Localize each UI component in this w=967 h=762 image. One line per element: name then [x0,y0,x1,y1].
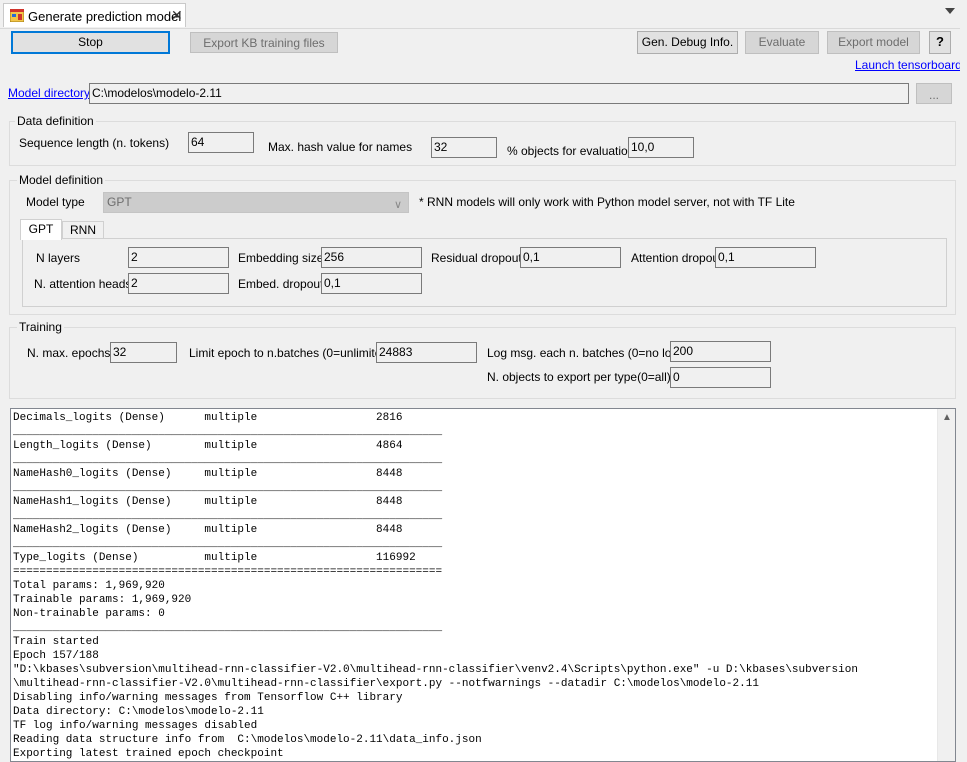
sequence-length-field[interactable]: 64 [188,132,254,153]
model-directory-link[interactable]: Model directory [8,86,90,100]
limit-epoch-label: Limit epoch to n.batches (0=unlimited) [189,346,393,360]
training-group [9,327,956,399]
document-tab[interactable]: Generate prediction model ✕ [3,3,186,27]
log-msg-field[interactable]: 200 [670,341,771,362]
attention-dropout-field[interactable]: 0,1 [715,247,816,268]
n-attention-heads-label: N. attention heads [34,277,132,291]
export-kb-training-files-button[interactable]: Export KB training files [190,32,338,53]
log-text: Decimals_logits (Dense) multiple 2816 ___… [13,411,858,761]
log-line: ________________________________________… [13,454,443,466]
log-output[interactable]: Decimals_logits (Dense) multiple 2816 ___… [10,408,956,762]
attention-dropout-label: Attention dropout [631,251,723,265]
data-definition-title: Data definition [15,114,96,128]
log-line: ________________________________________… [13,622,443,634]
embed-dropout-field[interactable]: 0,1 [321,273,422,294]
chevron-down-icon: ∨ [393,199,402,211]
log-line: TF log info/warning messages disabled [13,720,258,732]
residual-dropout-label: Residual dropout [431,251,522,265]
model-definition-title: Model definition [17,173,106,187]
model-type-select[interactable]: GPT ∨ [103,192,409,213]
limit-epoch-field[interactable]: 24883 [376,342,477,363]
scroll-up-arrow-icon[interactable]: ▲ [942,412,952,423]
log-line: ________________________________________… [13,510,443,522]
help-icon[interactable]: ? [929,31,951,54]
log-line: Total params: 1,969,920 [13,580,165,592]
tab-rnn[interactable]: RNN [62,221,104,239]
embedding-size-field[interactable]: 256 [321,247,422,268]
residual-dropout-field[interactable]: 0,1 [520,247,621,268]
log-line: Reading data structure info from C:\mode… [13,734,482,746]
embedding-size-label: Embedding size [238,251,324,265]
app-icon [9,8,25,23]
tab-gpt[interactable]: GPT [20,219,62,240]
log-line: NameHash2_logits (Dense) multiple 8448 [13,524,403,536]
evaluate-button[interactable]: Evaluate [745,31,819,54]
log-line: ========================================… [13,566,443,578]
log-line: Epoch 157/188 [13,650,99,662]
log-line: "D:\kbases\subversion\multihead-rnn-clas… [13,664,858,676]
log-line: ________________________________________… [13,538,443,550]
launch-tensorboard-link[interactable]: Launch tensorboard [855,58,962,72]
max-hash-field[interactable]: 32 [431,137,497,158]
document-tab-title: Generate prediction model [28,9,182,24]
log-line: Data directory: C:\modelos\modelo-2.11 [13,706,264,718]
n-layers-label: N layers [36,251,81,265]
log-line: Disabling info/warning messages from Ten… [13,692,403,704]
window-right-edge [960,28,967,762]
export-model-button[interactable]: Export model [827,31,920,54]
log-scrollbar[interactable]: ▲ [937,409,955,761]
stop-button[interactable]: Stop [11,31,170,54]
log-line: Train started [13,636,99,648]
log-line: Type_logits (Dense) multiple 116992 [13,552,416,564]
n-layers-field[interactable]: 2 [128,247,229,268]
log-line: Decimals_logits (Dense) multiple 2816 [13,412,403,424]
log-line: NameHash1_logits (Dense) multiple 8448 [13,496,403,508]
log-line: Exporting latest trained epoch checkpoin… [13,748,284,760]
model-directory-field[interactable]: C:\modelos\modelo-2.11 [89,83,909,104]
embed-dropout-label: Embed. dropout [238,277,324,291]
objects-evaluation-field[interactable]: 10,0 [628,137,694,158]
log-line: Length_logits (Dense) multiple 4864 [13,440,403,452]
n-attention-heads-field[interactable]: 2 [128,273,229,294]
log-line: ________________________________________… [13,482,443,494]
model-type-value: GPT [107,195,132,209]
objects-evaluation-label: % objects for evaluation [507,144,635,158]
max-epochs-field[interactable]: 32 [110,342,177,363]
rnn-note: * RNN models will only work with Python … [419,195,795,209]
tab-overflow-chevron-down-icon[interactable] [945,8,955,14]
log-line: NameHash0_logits (Dense) multiple 8448 [13,468,403,480]
model-type-label: Model type [26,195,85,209]
training-title: Training [17,320,64,334]
log-line: Non-trainable params: 0 [13,608,165,620]
log-line: Trainable params: 1,969,920 [13,594,192,606]
log-msg-label: Log msg. each n. batches (0=no log) [487,346,683,360]
objects-export-field[interactable]: 0 [670,367,771,388]
max-hash-label: Max. hash value for names [268,140,413,154]
log-line: ________________________________________… [13,426,443,438]
close-tab-icon[interactable]: ✕ [171,7,183,24]
log-line: \multihead-rnn-classifier-V2.0\multihead… [13,678,759,690]
max-epochs-label: N. max. epochs [27,346,111,360]
sequence-length-label: Sequence length (n. tokens) [19,136,170,150]
gen-debug-info-button[interactable]: Gen. Debug Info. [637,31,738,54]
browse-directory-button[interactable]: ... [916,83,952,104]
objects-export-label: N. objects to export per type(0=all) [487,370,671,384]
